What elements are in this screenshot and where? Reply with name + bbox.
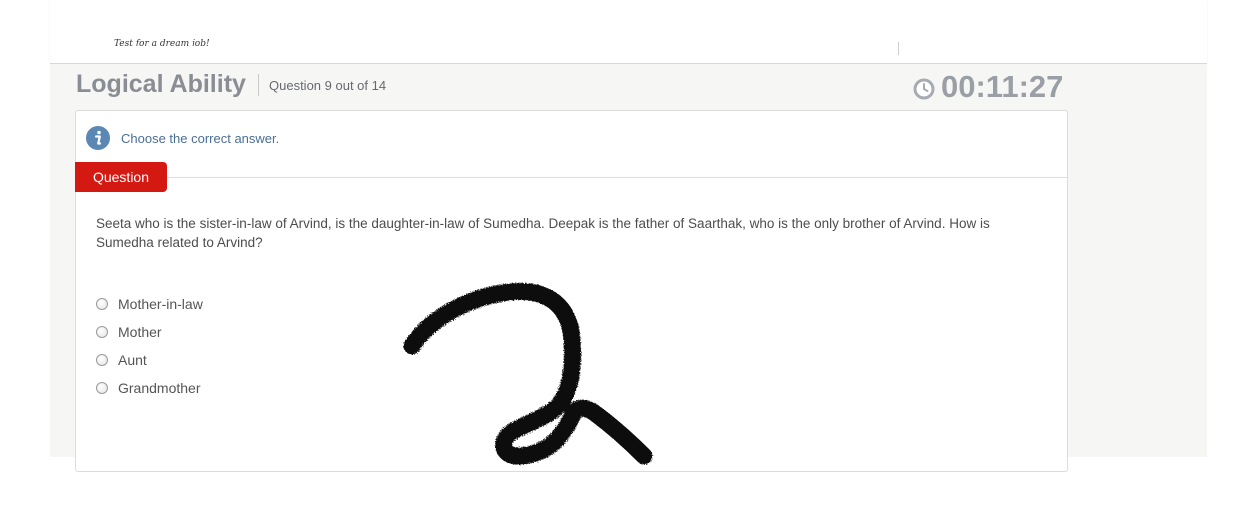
countdown-timer: 00:11:27 [912, 69, 1063, 105]
option-mother-in-law[interactable]: Mother-in-law [96, 290, 203, 318]
option-label: Aunt [118, 352, 147, 368]
radio-button[interactable] [96, 326, 108, 338]
instruction-text: Choose the correct answer. [121, 130, 280, 146]
radio-button[interactable] [96, 354, 108, 366]
option-mother[interactable]: Mother [96, 318, 203, 346]
question-card: Choose the correct answer. Question Seet… [75, 110, 1068, 472]
info-icon [86, 126, 110, 150]
question-counter: Question 9 out of 14 [269, 78, 387, 93]
title-divider [258, 74, 259, 96]
exam-page: Test for a dream job! Logical Ability Qu… [0, 0, 1257, 507]
radio-button[interactable] [96, 382, 108, 394]
answer-options: Mother-in-law Mother Aunt Grandmother [96, 290, 203, 402]
option-aunt[interactable]: Aunt [96, 346, 203, 374]
tab-divider [167, 177, 1067, 178]
option-label: Mother [118, 324, 162, 340]
question-text: Seeta who is the sister-in-law of Arvind… [96, 216, 990, 250]
timer-value: 00:11:27 [941, 69, 1064, 104]
section-title: Logical Ability [76, 70, 246, 98]
site-tagline: Test for a dream job! [114, 39, 210, 46]
header-divider [898, 42, 899, 55]
option-grandmother[interactable]: Grandmother [96, 374, 203, 402]
top-header: Test for a dream job! [50, 0, 1207, 64]
exam-workspace: Logical Ability Question 9 out of 14 00:… [50, 64, 1207, 472]
option-label: Mother-in-law [118, 296, 203, 312]
question-tab: Question [75, 162, 167, 192]
clock-icon [913, 78, 935, 100]
instruction-banner: Choose the correct answer. [86, 126, 279, 150]
radio-button[interactable] [96, 298, 108, 310]
option-label: Grandmother [118, 380, 201, 396]
